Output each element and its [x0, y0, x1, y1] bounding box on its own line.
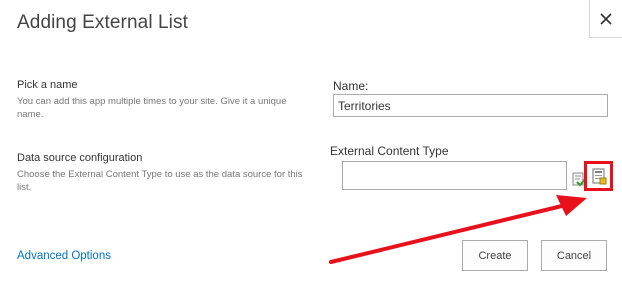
- annotation-highlight-box: [584, 161, 613, 191]
- close-icon: [600, 12, 612, 25]
- name-input[interactable]: [333, 94, 608, 117]
- external-content-type-input[interactable]: [342, 161, 567, 190]
- adding-external-list-dialog: Adding External List Pick a name You can…: [0, 0, 622, 292]
- annotation-arrow-icon: [329, 195, 587, 264]
- pick-name-description: You can add this app multiple times to y…: [17, 96, 287, 120]
- pick-name-heading: Pick a name: [17, 79, 78, 91]
- create-button[interactable]: Create: [462, 240, 528, 271]
- advanced-options-link[interactable]: Advanced Options: [17, 250, 111, 262]
- data-source-description: Choose the External Content Type to use …: [17, 169, 303, 193]
- name-field-label: Name:: [333, 79, 369, 93]
- dialog-title: Adding External List: [17, 12, 188, 33]
- cancel-button[interactable]: Cancel: [541, 240, 607, 271]
- external-content-type-label: External Content Type: [330, 144, 449, 158]
- close-button[interactable]: [589, 0, 622, 38]
- data-source-heading: Data source configuration: [17, 152, 143, 164]
